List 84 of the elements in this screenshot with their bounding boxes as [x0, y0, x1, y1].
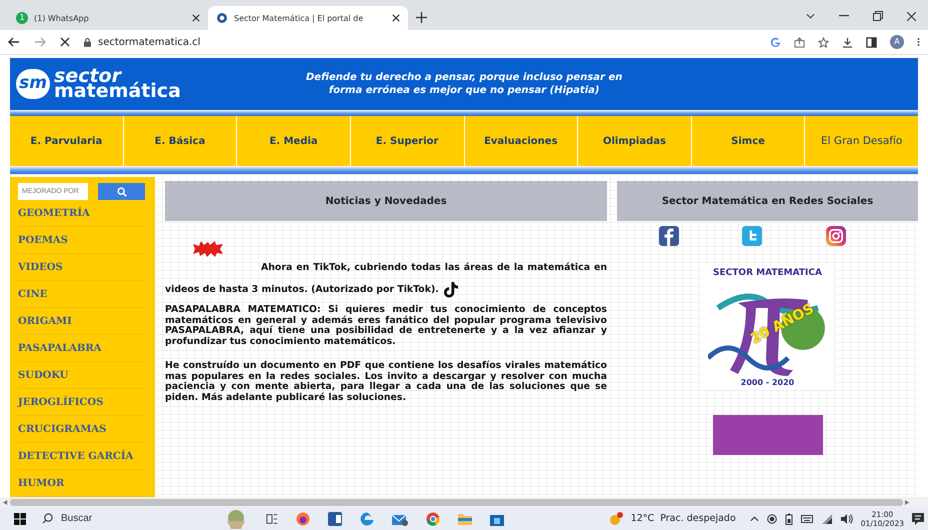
word-icon[interactable]	[328, 512, 342, 526]
url-text: sectormatematica.cl	[98, 36, 200, 48]
instagram-icon[interactable]	[826, 226, 846, 246]
search-field[interactable]: Buscar	[61, 513, 161, 524]
sidebar-link[interactable]: ORIGAMI	[18, 308, 147, 335]
sidebar-link[interactable]: SUDOKU	[18, 362, 147, 389]
weather-text[interactable]: 12°C Prac. despejado	[630, 513, 736, 524]
scrollbar-thumb[interactable]	[10, 498, 903, 506]
fox-browser-icon[interactable]	[296, 512, 310, 526]
logo-text: matemática	[54, 84, 181, 99]
task-view-icon[interactable]	[266, 512, 278, 524]
battery-icon[interactable]	[784, 512, 793, 524]
wifi-icon[interactable]	[820, 514, 833, 524]
notification-icon[interactable]	[912, 512, 924, 524]
minimize-icon[interactable]	[839, 15, 849, 17]
nav-link[interactable]: E. Media	[237, 116, 350, 166]
address-field[interactable]: sectormatematica.cl	[84, 32, 756, 52]
music-note-icon	[442, 280, 458, 298]
header-quote: forma errónea es mejor que no pensar (Hipatia)	[328, 84, 600, 97]
sidebar-link[interactable]: JEROGLÍFICOS	[18, 389, 147, 416]
site-icon	[216, 12, 228, 24]
section-heading: Noticias y Novedades	[165, 181, 607, 221]
close-icon[interactable]	[192, 14, 200, 22]
years-label: 2000 - 2020	[740, 378, 794, 387]
mail-icon[interactable]	[392, 512, 408, 526]
nav-link[interactable]: Evaluaciones	[464, 116, 578, 166]
share-icon[interactable]	[794, 36, 805, 48]
more-icon[interactable]	[917, 36, 920, 48]
record-icon[interactable]	[766, 514, 777, 524]
nav-link[interactable]: El Gran Desafío	[805, 116, 918, 166]
sidebar-link[interactable]: VIDEOS	[18, 254, 147, 281]
sidebar-link[interactable]: PASAPALABRA	[18, 335, 147, 362]
close-icon[interactable]	[392, 14, 400, 22]
lock-icon	[84, 38, 91, 46]
nav-link[interactable]: E. Parvularia	[10, 116, 123, 166]
keyboard-icon[interactable]	[800, 514, 813, 524]
facebook-icon[interactable]	[658, 226, 679, 246]
section-heading: Sector Matemática en Redes Sociales	[617, 181, 918, 221]
download-icon[interactable]	[842, 36, 853, 48]
windows-start-icon[interactable]	[14, 512, 26, 524]
news-paragraph: Ahora en TikTok, cubriendo todas las áreas de la matemática en videos de hasta 3 minutos. (Autorizado por TikTok).	[165, 257, 607, 301]
sidebar-link[interactable]: CRUCIGRAMAS	[18, 416, 147, 443]
logo-text: sector	[54, 69, 122, 84]
nav-link[interactable]: Olimpiadas	[578, 116, 691, 166]
google-icon[interactable]	[770, 36, 781, 48]
tab-title: (1) WhatsApp	[34, 14, 90, 22]
chevron-up-icon[interactable]	[750, 516, 759, 522]
close-icon[interactable]	[60, 37, 70, 47]
search-button[interactable]	[98, 183, 145, 200]
new-tab-icon[interactable]	[416, 12, 427, 23]
search-icon	[42, 513, 53, 524]
new-badge-icon	[193, 241, 223, 257]
news-paragraph: PASAPALABRA MATEMATICO: Si quieres medir tus conocimiento de conceptos matemáticos en general y además eres fanático del popular programa televisivo PASAPALABRA, aquí tiene una posibilidad de entretenerte y a la vez afianzar y profundizar tus conocimiento matemáticos.	[165, 305, 607, 347]
sidebar-link[interactable]: DETECTIVE GARCÍA	[18, 443, 147, 470]
sidebar-link[interactable]: POEMAS	[18, 227, 147, 254]
browser-tab[interactable]: Sector Matemática | El portal de	[208, 6, 408, 30]
weather-icon[interactable]	[608, 512, 623, 526]
sidebar-link[interactable]: GEOMETRÍA	[18, 200, 147, 227]
side-panel-icon[interactable]	[866, 36, 877, 48]
speaker-icon[interactable]	[840, 514, 853, 524]
scroll-left-icon[interactable]	[3, 500, 8, 504]
logo-title: SECTOR MATEMATICA	[713, 268, 822, 278]
logo-mark: sm	[16, 69, 50, 99]
search-icon	[116, 186, 126, 196]
nav-link[interactable]: E. Básica	[124, 116, 236, 166]
close-icon[interactable]	[907, 12, 916, 20]
sidebar-link[interactable]: CINE	[18, 281, 147, 308]
star-icon[interactable]	[818, 36, 829, 48]
notification-badge: 1	[16, 12, 28, 24]
tab-title: Sector Matemática | El portal de	[234, 14, 364, 22]
twitter-icon[interactable]	[742, 226, 762, 246]
nav-link[interactable]: E. Superior	[350, 116, 464, 166]
chevron-down-icon[interactable]	[806, 13, 815, 19]
nav-link[interactable]: Simce	[692, 116, 804, 166]
back-icon[interactable]	[8, 36, 20, 48]
scroll-right-icon[interactable]	[905, 500, 910, 504]
profile-avatar[interactable]: A	[890, 35, 904, 49]
folder-icon[interactable]	[458, 512, 472, 524]
news-paragraph: He construído un documento en PDF que contiene los desafíos virales matemático mas populares en la redes sociales. Los invito a descargar y resolver con mucha paciencia y con mente abierta, para llegar a cada una de las soluciones que se piden. Más adelante publicaré las soluciones.	[165, 361, 607, 403]
restore-icon[interactable]	[873, 11, 883, 21]
chrome-icon[interactable]	[426, 512, 440, 526]
browser-tab[interactable]: 1 (1) WhatsApp	[8, 6, 208, 30]
edge-icon[interactable]	[360, 512, 374, 526]
header-quote: Defiende tu derecho a pensar, porque incluso pensar en	[306, 71, 622, 84]
